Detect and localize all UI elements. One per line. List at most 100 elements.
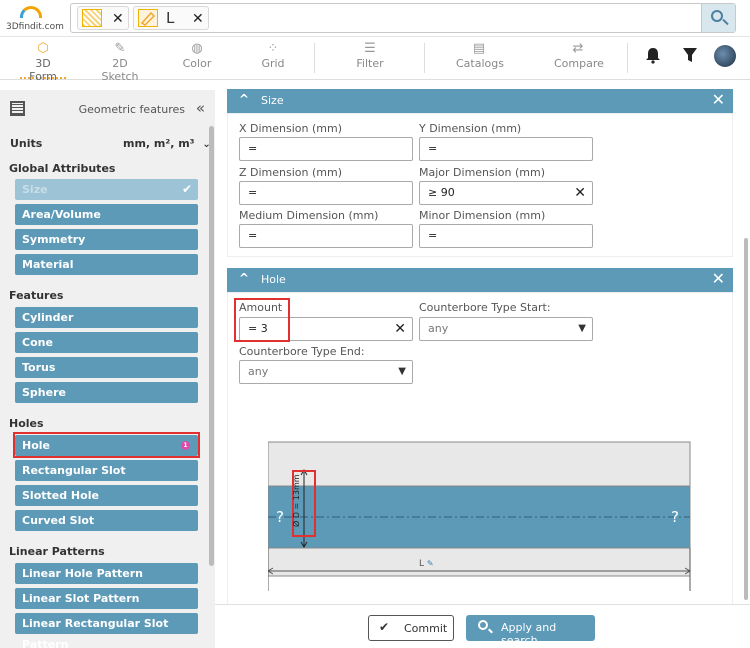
y-dimension-field[interactable]: = [419,137,593,161]
sidebar-item-cone[interactable]: Cone [15,332,198,353]
tab-compare[interactable]: ⇄ Compare [554,41,604,79]
medium-dimension-label: Medium Dimension (mm) [239,209,379,222]
unknown-right-marker[interactable]: ? [671,508,679,526]
tab-catalogs[interactable]: ▤ Catalogs [456,41,504,79]
sidebar-item-slotted-hole[interactable]: Slotted Hole [15,485,198,506]
sidebar-item-linear-hole-pattern[interactable]: Linear Hole Pattern [15,563,198,584]
sidebar-item-label: Area/Volume [22,208,101,221]
major-dimension-value: ≥ 90 [428,186,455,199]
chip-sketch-label: L [166,9,175,27]
remove-chip-size-icon[interactable]: ✕ [112,11,124,27]
clear-field-icon[interactable]: ✕ [394,318,406,340]
cb-end-value: any [248,365,269,378]
medium-dimension-field[interactable]: = [239,224,413,248]
sidebar-title: Geometric features [78,103,185,116]
size-panel-header[interactable]: ^ Size ✕ [227,89,733,113]
sidebar-item-symmetry[interactable]: Symmetry [15,229,198,250]
sidebar-item-curved-slot[interactable]: Curved Slot [15,510,198,531]
toolbar-divider [424,43,425,73]
bell-icon[interactable] [645,47,661,68]
chevron-up-icon[interactable]: ^ [239,92,249,106]
diameter-label: Ø D = 13mm [292,474,301,527]
sidebar-item-linear-slot-pattern[interactable]: Linear Slot Pattern [15,588,198,609]
search-chip-hole[interactable]: L ✕ [133,6,209,30]
sidebar-item-rectangular-slot[interactable]: Rectangular Slot [15,460,198,481]
major-dimension-field[interactable]: ≥ 90 ✕ [419,181,593,205]
unknown-left-marker[interactable]: ? [276,508,284,526]
tab-3d-form[interactable]: ⬡ 3D Form [20,41,66,83]
filter-funnel-icon[interactable] [682,47,698,67]
sidebar-item-label: Cone [22,336,53,349]
x-dimension-field[interactable]: = [239,137,413,161]
sidebar-item-label: Linear Slot Pattern [22,592,140,605]
tab-3d-form-label: 3D Form [29,57,57,83]
sidebar-item-torus[interactable]: Torus [15,357,198,378]
tab-compare-label: Compare [554,57,604,70]
sidebar-item-label: Size [22,183,48,196]
sidebar-item-label: Linear Hole Pattern [22,567,143,580]
search-button[interactable] [701,4,735,32]
units-select[interactable]: mm, m², m³ ⌄ [123,137,211,150]
grid-icon: ⁘ [267,41,279,56]
chevron-up-icon[interactable]: ^ [239,271,249,285]
pencil-glyph-icon [140,11,156,26]
y-dimension-label: Y Dimension (mm) [419,122,522,135]
toolbar-divider [314,43,315,73]
chevron-down-icon: ⌄ [202,139,211,150]
sidebar-item-label: Cylinder [22,311,74,324]
units-label: Units [10,137,43,150]
panel-icon [10,101,25,116]
commit-button[interactable]: ✔ Commit [368,615,454,641]
tab-filter[interactable]: ☰ Filter [354,41,386,79]
check-icon: ✔ [181,182,192,196]
x-dimension-label: X Dimension (mm) [239,122,343,135]
sidebar-item-label: Material [22,258,74,271]
avatar[interactable] [714,45,736,67]
minor-dimension-field[interactable]: = [419,224,593,248]
z-dimension-field[interactable]: = [239,181,413,205]
sidebar-scrollbar[interactable] [209,126,214,566]
tab-color-label: Color [182,57,212,70]
logo-text: 3Dfindit.com [6,22,64,32]
sidebar-item-label: Slotted Hole [22,489,99,502]
apply-label: Apply and search [501,621,557,647]
tab-filter-label: Filter [356,57,384,70]
tab-grid[interactable]: ⁘ Grid [260,41,286,79]
section-global-attributes: Global Attributes [9,162,116,175]
z-dimension-label: Z Dimension (mm) [239,166,343,179]
remove-chip-hole-icon[interactable]: ✕ [192,11,204,27]
close-icon[interactable]: ✕ [712,90,725,109]
collapse-sidebar-icon[interactable]: « [196,99,205,117]
sidebar-item-cylinder[interactable]: Cylinder [15,307,198,328]
highlight-box [13,432,200,458]
length-label[interactable]: L ✎ [419,559,434,569]
sidebar-item-label: Torus [22,361,56,374]
sidebar: Geometric features « Units mm, m², m³ ⌄ … [0,90,215,648]
size-panel-body: X Dimension (mm) = Y Dimension (mm) = Z … [227,113,733,257]
search-icon [478,620,488,630]
sidebar-item-label: Symmetry [22,233,86,246]
sidebar-item-area-volume[interactable]: Area/Volume [15,204,198,225]
cb-start-select[interactable]: any ▼ [419,317,593,341]
close-icon[interactable]: ✕ [712,269,725,288]
search-icon [711,10,723,22]
main-scrollbar[interactable] [744,238,748,600]
sidebar-item-label: Sphere [22,386,66,399]
app-root: 3Dfindit.com ✕ L ✕ ⬡ 3D Form ✎ 2D Sketch… [0,0,750,648]
cb-start-value: any [428,322,449,335]
tab-color[interactable]: ◍ Color [181,41,213,79]
hole-panel-header[interactable]: ^ Hole ✕ [227,268,733,292]
sidebar-item-linear-rect-slot-pattern[interactable]: Linear Rectangular Slot Pattern [15,613,198,648]
apply-search-button[interactable]: Apply and search [466,615,595,647]
major-dimension-label: Major Dimension (mm) [419,166,546,179]
cb-end-select[interactable]: any ▼ [239,360,413,384]
tab-2d-sketch[interactable]: ✎ 2D Sketch [93,41,147,83]
sidebar-item-sphere[interactable]: Sphere [15,382,198,403]
hole-sketch-svg [268,441,691,591]
search-chip-size[interactable]: ✕ [77,6,129,30]
sidebar-item-material[interactable]: Material [15,254,198,275]
search-bar[interactable]: ✕ L ✕ [70,3,736,33]
logo[interactable]: 3Dfindit.com [6,4,64,36]
sidebar-item-size[interactable]: Size ✔ [15,179,198,200]
clear-field-icon[interactable]: ✕ [574,182,586,204]
